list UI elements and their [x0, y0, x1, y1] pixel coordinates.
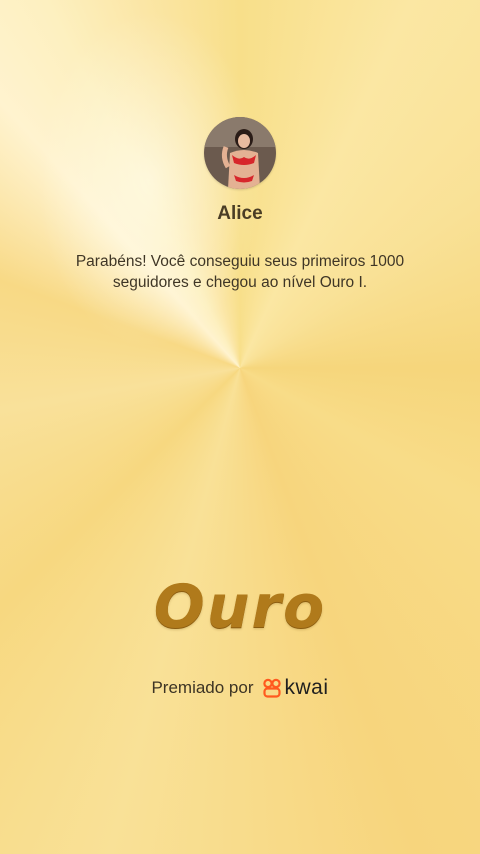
- level-title: Ouro: [153, 572, 327, 642]
- kwai-logo-icon: [262, 678, 281, 698]
- kwai-logo: kwai: [262, 677, 329, 698]
- kwai-brand-text: kwai: [284, 676, 329, 699]
- congratulation-message: Parabéns! Você conseguiu seus primeiros …: [75, 253, 405, 291]
- awarded-label: Premiado por: [151, 677, 254, 697]
- avatar-photo-icon: [204, 117, 276, 189]
- profile-name: Alice: [217, 203, 263, 224]
- awarded-by: Premiado por kwai: [0, 677, 480, 698]
- avatar[interactable]: [204, 117, 276, 189]
